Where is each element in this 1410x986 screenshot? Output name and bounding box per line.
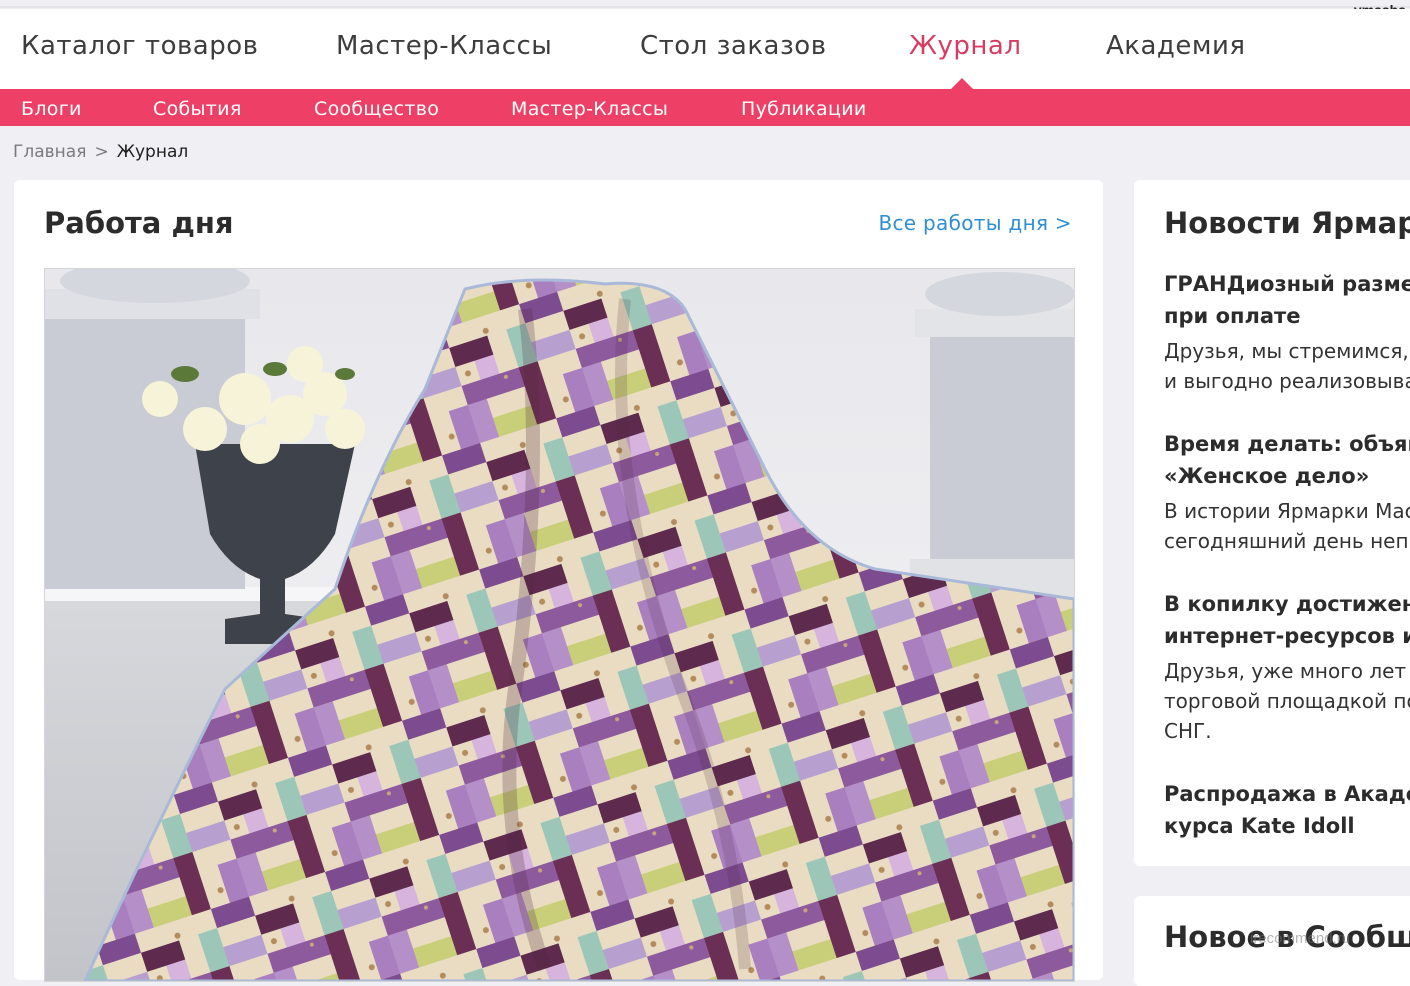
nav-item-academy[interactable]: Академия (1106, 31, 1246, 61)
news-item-title[interactable]: курса Kate Idoll (1164, 810, 1410, 842)
news-item-title[interactable]: ГРАНДиозный разме (1164, 268, 1410, 300)
patchwork-quilt-photo[interactable] (44, 268, 1075, 982)
news-item-text-line: и выгодно реализовыва (1164, 369, 1410, 393)
breadcrumb: Главная > Журнал (13, 142, 188, 162)
news-item-title[interactable]: при оплате (1164, 300, 1410, 332)
all-works-link[interactable]: Все работы дня > (878, 211, 1072, 235)
news-item-title[interactable]: Распродажа в Акаде (1164, 778, 1410, 810)
news-item-text-line: СНГ. (1164, 719, 1212, 743)
work-of-day-card: Работа дня Все работы дня > (14, 180, 1103, 982)
nav-item-journal[interactable]: Журнал (909, 31, 1021, 61)
nav-item-catalog[interactable]: Каталог товаров (21, 31, 258, 61)
news-item-title[interactable]: Время делать: объяв (1164, 428, 1410, 460)
breadcrumb-separator: > (94, 142, 109, 162)
news-item[interactable]: Распродажа в Акаде курса Kate Idoll (1164, 778, 1410, 842)
subnav-item-masterclasses[interactable]: Мастер-Классы (511, 98, 668, 120)
news-item-title[interactable]: интернет-ресурсов и (1164, 620, 1410, 652)
news-item-title[interactable]: В копилку достижен (1164, 588, 1410, 620)
news-card: Новости Ярмарк ГРАНДиозный разме при опл… (1134, 180, 1410, 866)
news-title: Новости Ярмарк (1164, 206, 1410, 240)
news-item[interactable]: В копилку достижен интернет-ресурсов и Д… (1164, 588, 1410, 746)
news-item-text-line: торговой площадкой по (1164, 689, 1410, 713)
news-item-text: В истории Ярмарки Мас сегодняшний день н… (1164, 496, 1410, 556)
watermark: irecommend.ru (1250, 930, 1351, 947)
news-item-text-line: В истории Ярмарки Мас (1164, 499, 1410, 523)
subnav-item-events[interactable]: События (153, 98, 242, 120)
sub-navigation: Блоги События Сообщество Мастер-Классы П… (0, 89, 1410, 126)
top-border (0, 6, 1410, 8)
breadcrumb-current: Журнал (116, 142, 189, 162)
nav-item-orders[interactable]: Стол заказов (640, 31, 827, 61)
subnav-item-community[interactable]: Сообщество (314, 98, 439, 120)
active-nav-indicator (951, 78, 973, 89)
news-item-text-line: сегодняшний день непр (1164, 529, 1410, 553)
quilt-illustration (45, 269, 1074, 981)
subnav-item-publications[interactable]: Публикации (741, 98, 867, 120)
news-item-text: Друзья, мы стремимся, и выгодно реализов… (1164, 336, 1410, 396)
nav-item-masterclasses[interactable]: Мастер-Классы (336, 31, 552, 61)
news-item-text-line: Друзья, мы стремимся, (1164, 339, 1409, 363)
main-navigation: Каталог товаров Мастер-Классы Стол заказ… (0, 9, 1410, 89)
news-item-title[interactable]: «Женское дело» (1164, 460, 1410, 492)
news-item[interactable]: ГРАНДиозный разме при оплате Друзья, мы … (1164, 268, 1410, 396)
subnav-item-blogs[interactable]: Блоги (21, 98, 82, 120)
news-item[interactable]: Время делать: объяв «Женское дело» В ист… (1164, 428, 1410, 556)
work-of-day-title: Работа дня (44, 206, 234, 240)
breadcrumb-home[interactable]: Главная (13, 142, 86, 162)
news-item-text-line: Друзья, уже много лет Я (1164, 659, 1410, 683)
news-item-text: Друзья, уже много лет Я торговой площадк… (1164, 656, 1410, 746)
